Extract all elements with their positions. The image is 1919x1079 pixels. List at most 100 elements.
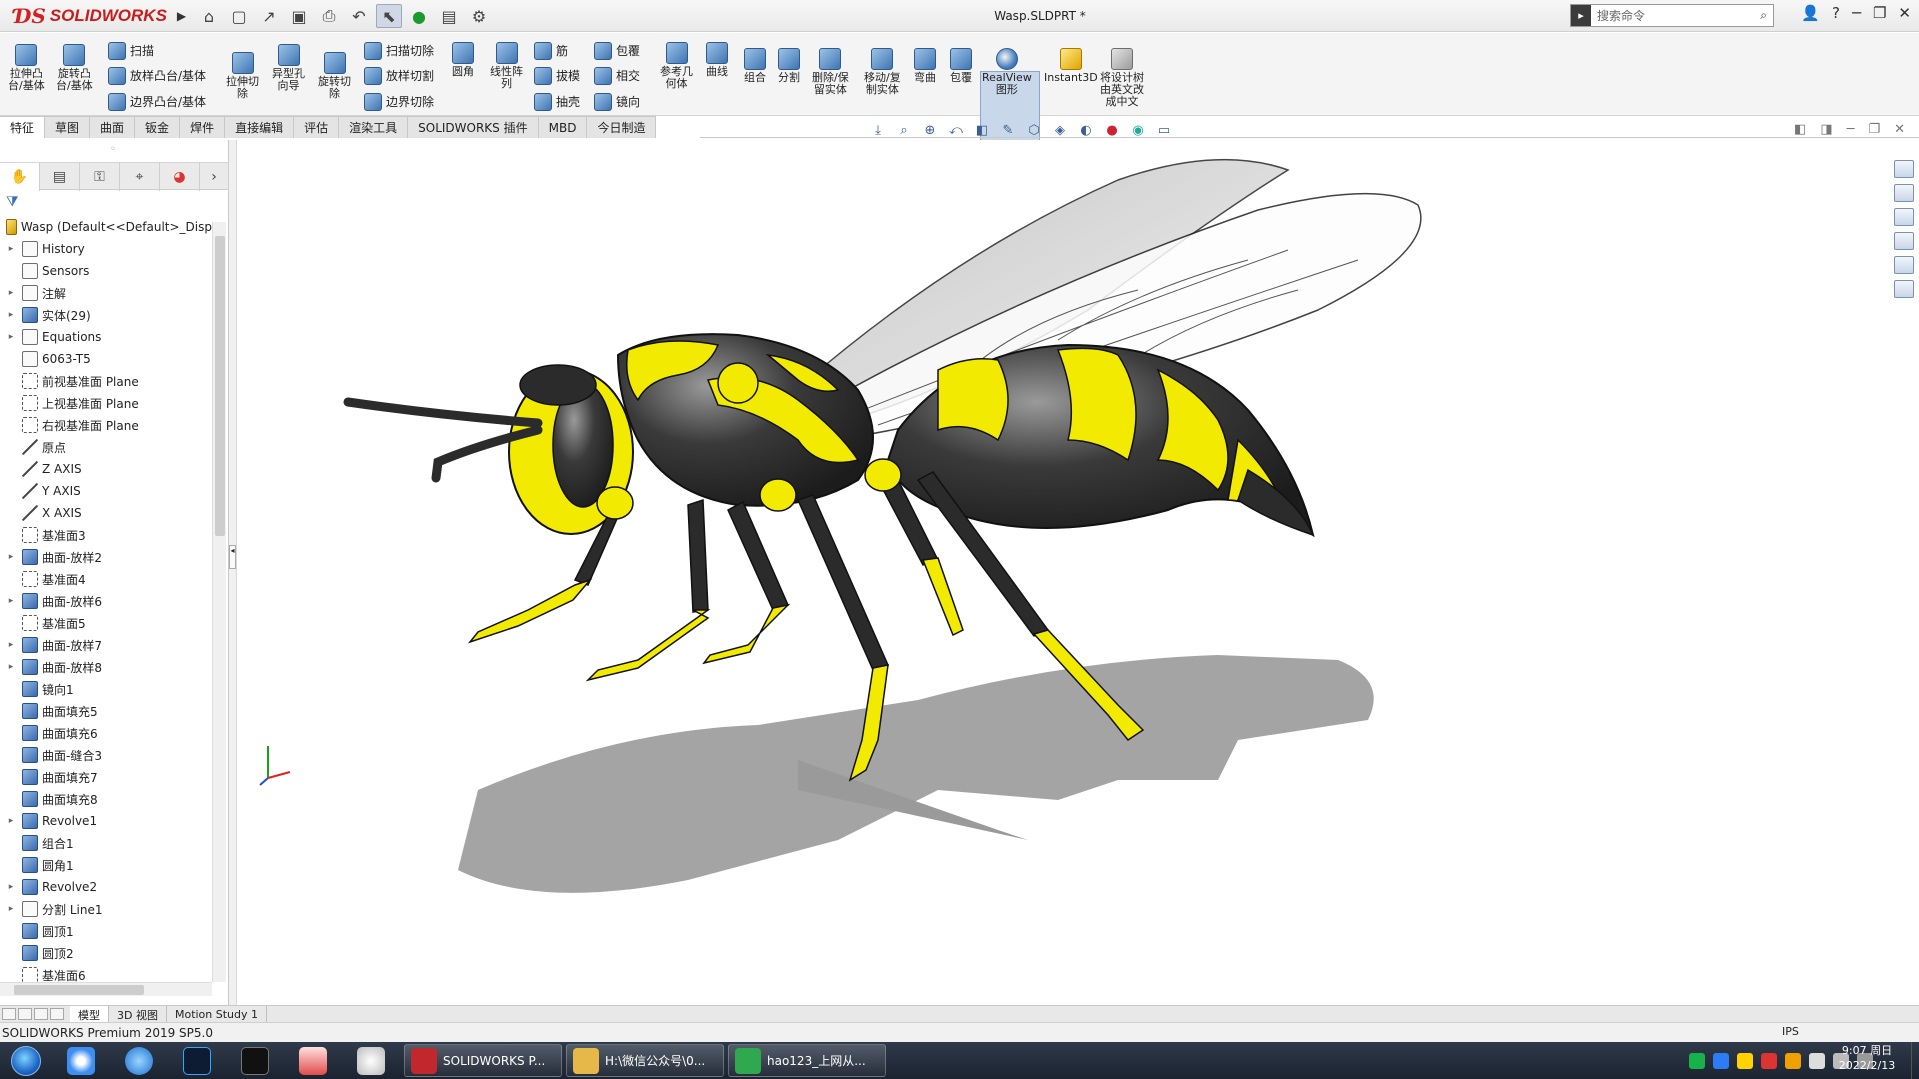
tree-item[interactable]: ▸ Revolve1: [0, 810, 212, 832]
tree-item[interactable]: ▸ 曲面-放样8: [0, 656, 212, 678]
tree-item[interactable]: ▸ 曲面-放样7: [0, 634, 212, 656]
taskbar-app-icon[interactable]: [342, 1042, 400, 1079]
qq-icon[interactable]: [1737, 1052, 1753, 1069]
revolve-boss-button[interactable]: 旋转凸 台/基体: [56, 44, 93, 92]
search-input[interactable]: 搜索命令: [1591, 7, 1754, 24]
gfx-minimize-icon[interactable]: ─: [1847, 122, 1855, 137]
boundary-boss-button[interactable]: 边界凸台/基体: [108, 93, 206, 111]
translate-tree-button[interactable]: 将设计树 由英文改 成中文: [1100, 48, 1144, 108]
expand-arrow-icon[interactable]: ▸: [6, 552, 16, 562]
tree-item[interactable]: Y AXIS: [0, 480, 212, 502]
panel-splitter[interactable]: ◂: [229, 140, 237, 1005]
configuration-manager-tab-icon[interactable]: ⚿: [80, 163, 120, 191]
close-icon[interactable]: ✕: [1898, 4, 1911, 22]
wasp-model-render[interactable]: [238, 140, 1888, 1005]
tree-item[interactable]: ▸ 实体(29): [0, 304, 212, 326]
tree-item[interactable]: 组合1: [0, 832, 212, 854]
taskbar-app-icon[interactable]: [284, 1042, 342, 1079]
curves-button[interactable]: 曲线: [706, 42, 728, 78]
extrude-cut-button[interactable]: 拉伸切 除: [226, 52, 259, 100]
swept-cut-button[interactable]: 扫描切除: [364, 42, 434, 60]
expand-arrow-icon[interactable]: ▸: [6, 596, 16, 606]
gfx-restore-icon[interactable]: ❐: [1868, 122, 1880, 137]
zoom-area-icon[interactable]: ⊕: [920, 120, 940, 140]
solidworks-logo[interactable]: ƊS SOLIDWORKS ▶: [14, 4, 186, 28]
tree-item[interactable]: 圆顶1: [0, 920, 212, 942]
zoom-to-fit-icon[interactable]: ⌕: [894, 120, 914, 140]
tray-app-icon[interactable]: [1761, 1052, 1777, 1069]
dynamic-annotation-icon[interactable]: ✎: [998, 120, 1018, 140]
options-gear-icon[interactable]: ⚙: [466, 4, 492, 28]
rib-button[interactable]: 筋: [534, 42, 568, 60]
open-icon[interactable]: ↗: [256, 4, 282, 28]
tree-item[interactable]: ▸ History: [0, 238, 212, 260]
tree-item[interactable]: 曲面填充8: [0, 788, 212, 810]
scroll-thumb[interactable]: [215, 236, 225, 536]
revolve-cut-button[interactable]: 旋转切 除: [318, 52, 351, 100]
tree-item[interactable]: ▸ 分割 Line1: [0, 898, 212, 920]
user-icon[interactable]: 👤: [1801, 4, 1820, 22]
bottom-tab-2[interactable]: Motion Study 1: [167, 1006, 268, 1023]
taskbar-window-button[interactable]: H:\微信公众号\0...: [566, 1044, 724, 1077]
tab-5[interactable]: 直接编辑: [225, 116, 295, 138]
tree-item[interactable]: Sensors: [0, 260, 212, 282]
unit-system[interactable]: IPS: [1782, 1025, 1799, 1038]
tab-10[interactable]: 今日制造: [587, 116, 657, 138]
tree-item[interactable]: 曲面填充5: [0, 700, 212, 722]
expand-arrow-icon[interactable]: ▸: [6, 904, 16, 914]
tree-horizontal-scrollbar[interactable]: [0, 982, 212, 996]
solidworks-resources-icon[interactable]: [1893, 160, 1914, 178]
tree-root-part[interactable]: Wasp (Default<<Default>_Disp: [0, 216, 212, 238]
help-icon[interactable]: ?: [1832, 4, 1840, 22]
expand-arrow-icon[interactable]: ▸: [6, 662, 16, 672]
tab-8[interactable]: SOLIDWORKS 插件: [408, 116, 539, 138]
save-icon[interactable]: ▣: [286, 4, 312, 28]
tree-vertical-scrollbar[interactable]: [212, 222, 226, 982]
lofted-cut-button[interactable]: 放样切割: [364, 67, 434, 85]
loft-boss-button[interactable]: 放样凸台/基体: [108, 67, 206, 85]
fillet-button[interactable]: 圆角: [452, 42, 474, 78]
search-mode-icon[interactable]: ▸: [1571, 5, 1591, 26]
print-icon[interactable]: ⎙: [316, 4, 342, 28]
previous-view-icon[interactable]: ⤺: [946, 120, 966, 140]
wrap-button[interactable]: 包覆: [594, 42, 640, 60]
tree-item[interactable]: 曲面-缝合3: [0, 744, 212, 766]
view-palette-icon[interactable]: [1893, 232, 1914, 250]
wechat-icon[interactable]: [1689, 1052, 1705, 1069]
tab-3[interactable]: 钣金: [135, 116, 181, 138]
restore-icon[interactable]: ❐: [1873, 4, 1886, 22]
expand-arrow-icon[interactable]: ▸: [6, 244, 16, 254]
expand-arrow-icon[interactable]: ▸: [6, 882, 16, 892]
rebuild-icon[interactable]: ●: [406, 4, 432, 28]
apply-scene-icon[interactable]: ◉: [1128, 120, 1148, 140]
hide-show-items-icon[interactable]: ◐: [1076, 120, 1096, 140]
move-copy-body-button[interactable]: 移动/复 制实体: [864, 48, 901, 96]
start-button[interactable]: [0, 1042, 52, 1079]
dimxpert-tab-icon[interactable]: ⌖: [120, 163, 160, 191]
tray-app-icon[interactable]: [1713, 1052, 1729, 1069]
taskbar-app-icon[interactable]: [226, 1042, 284, 1079]
tree-item[interactable]: 圆角1: [0, 854, 212, 876]
tree-item[interactable]: 基准面4: [0, 568, 212, 590]
edit-appearance-icon[interactable]: ●: [1102, 120, 1122, 140]
tree-item[interactable]: 右视基准面 Plane: [0, 414, 212, 436]
bottom-tab-0[interactable]: 模型: [70, 1006, 109, 1023]
command-search[interactable]: ▸ 搜索命令 ⌕: [1570, 4, 1774, 27]
tree-item[interactable]: 前视基准面 Plane: [0, 370, 212, 392]
tree-item[interactable]: 镜向1: [0, 678, 212, 700]
expand-arrow-icon[interactable]: ▸: [6, 310, 16, 320]
menu-expand-arrow-icon[interactable]: ▶: [177, 9, 186, 23]
mirror-button[interactable]: 镜向: [594, 93, 640, 111]
delete-keep-body-button[interactable]: 删除/保 留实体: [812, 48, 849, 96]
gfx-close-icon[interactable]: ✕: [1894, 122, 1905, 137]
expand-arrow-icon[interactable]: ▸: [6, 816, 16, 826]
wrap2-button[interactable]: 包覆: [950, 48, 972, 84]
view-orient-icon[interactable]: ⤓: [868, 120, 888, 140]
split-button[interactable]: 分割: [778, 48, 800, 84]
tab-scroll-arrows[interactable]: [0, 1006, 70, 1022]
view-orientation-cube-icon[interactable]: ⬡: [1024, 120, 1044, 140]
display-manager-tab-icon[interactable]: ◕: [160, 163, 200, 191]
tree-item[interactable]: 基准面3: [0, 524, 212, 546]
taskbar-app-icon[interactable]: [52, 1042, 110, 1079]
tab-4[interactable]: 焊件: [180, 116, 226, 138]
